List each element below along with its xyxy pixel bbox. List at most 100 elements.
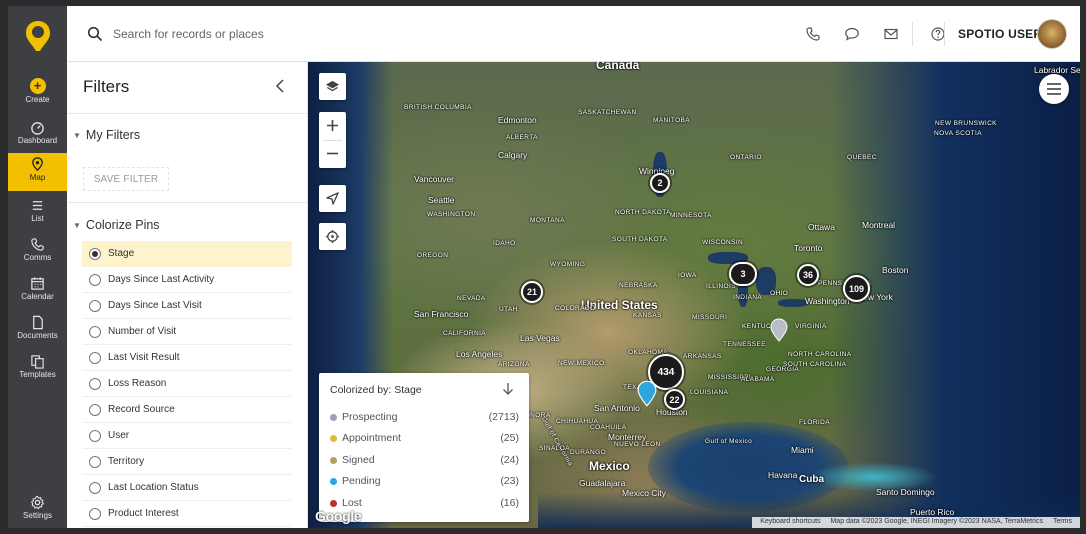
colorize-option[interactable]: User — [82, 423, 292, 449]
search-input[interactable] — [113, 23, 533, 45]
radio-button[interactable] — [89, 404, 101, 416]
map-label-country: Cuba — [799, 474, 824, 485]
radio-button[interactable] — [89, 326, 101, 338]
avatar[interactable] — [1037, 19, 1067, 49]
spotio-logo-icon[interactable] — [25, 20, 51, 52]
nav-list[interactable]: List — [8, 194, 67, 233]
filters-panel: Filters ▼ My Filters SAVE FILTER ▼ Coloriz… — [67, 62, 308, 528]
divider — [944, 22, 945, 46]
layers-button[interactable]: 4 — [319, 73, 352, 100]
map-label-region: MONTANA — [530, 217, 565, 224]
map-label-region: NUEVO LEON — [614, 441, 661, 448]
caret-down-icon: ▼ — [73, 221, 81, 231]
map-pin-pending[interactable] — [637, 380, 657, 407]
map-cluster[interactable]: 2 — [650, 173, 670, 193]
my-filters-toggle[interactable]: ▼ My Filters — [73, 128, 140, 142]
zoom-out-button[interactable] — [319, 140, 346, 168]
map-menu-button[interactable] — [1039, 74, 1069, 104]
nav-dashboard[interactable]: Dashboard — [8, 116, 67, 155]
nav-settings[interactable]: Settings — [8, 491, 67, 528]
map-cluster[interactable]: 22 — [664, 389, 685, 410]
map-canvas[interactable]: Canada United States Mexico Labrador Sea… — [308, 62, 1080, 528]
map-cluster[interactable]: 21 — [521, 281, 543, 303]
phone-icon[interactable] — [805, 26, 821, 42]
search-icon[interactable] — [87, 26, 103, 42]
nav-calendar-label: Calendar — [21, 292, 54, 301]
legend-stage-name: Appointment — [342, 432, 401, 444]
nav-calendar[interactable]: Calendar — [8, 272, 67, 311]
legend-row[interactable]: Appointment (25) — [330, 431, 519, 447]
radio-button[interactable] — [89, 248, 101, 260]
map-data-text: Map data ©2023 Google, INEGI Imagery ©20… — [830, 518, 1043, 525]
colorize-option-stage[interactable]: Stage — [82, 241, 292, 267]
chevron-left-icon[interactable] — [273, 78, 287, 94]
map-label-city: Mexico City — [622, 488, 666, 498]
map-label-region: CALIFORNIA — [443, 330, 487, 337]
map-label-region: ILLINOIS — [706, 283, 736, 290]
navigate-button[interactable] — [319, 185, 346, 212]
radio-button[interactable] — [89, 378, 101, 390]
radio-button[interactable] — [89, 300, 101, 312]
map-label-region: NEBRASKA — [619, 282, 658, 289]
colorize-pins-toggle[interactable]: ▼ Colorize Pins — [73, 218, 160, 232]
legend-row[interactable]: Prospecting (2713) — [330, 410, 519, 426]
list-icon — [32, 201, 43, 210]
colorize-option[interactable]: Number of Visit — [82, 319, 292, 345]
colorize-option[interactable]: Territory — [82, 449, 292, 475]
legend-row[interactable]: Pending (23) — [330, 474, 519, 490]
locate-me-button[interactable] — [319, 223, 346, 250]
map-label-city: Las Vegas — [520, 333, 560, 343]
radio-button[interactable] — [89, 274, 101, 286]
nav-templates[interactable]: Templates — [8, 350, 67, 389]
radio-button[interactable] — [89, 482, 101, 494]
colorize-option[interactable]: Days Since Last Visit — [82, 293, 292, 319]
legend-row[interactable]: Signed (24) — [330, 453, 519, 469]
map-label-region: SOUTH CAROLINA — [783, 361, 847, 368]
terms-link[interactable]: Terms — [1053, 518, 1072, 525]
arrow-down-icon[interactable] — [502, 382, 514, 396]
divider — [67, 113, 307, 114]
legend-dot — [330, 414, 337, 421]
radio-button[interactable] — [89, 430, 101, 442]
option-label: Record Source — [108, 404, 175, 415]
nav-documents[interactable]: Documents — [8, 311, 67, 350]
map-label-region: WASHINGTON — [427, 211, 476, 218]
map-label-city: Miami — [791, 445, 814, 455]
map-label-city: Toronto — [794, 243, 823, 253]
map-cluster[interactable]: 36 — [797, 264, 819, 286]
keyboard-shortcuts-link[interactable]: Keyboard shortcuts — [760, 518, 820, 525]
nav-create[interactable]: + Create — [8, 72, 67, 111]
map-label-region: KANSAS — [633, 312, 662, 319]
radio-button[interactable] — [89, 508, 101, 520]
colorize-option[interactable]: Last Location Status — [82, 475, 292, 501]
nav-map-label: Map — [29, 173, 46, 182]
save-filter-button[interactable]: SAVE FILTER — [83, 167, 169, 191]
nav-dashboard-label: Dashboard — [17, 136, 58, 145]
map-label-city: Seattle — [428, 195, 455, 205]
username[interactable]: SPOTIO USER — [958, 27, 1042, 41]
chat-icon[interactable] — [844, 26, 860, 42]
map-cluster[interactable]: 109 — [843, 275, 870, 302]
colorize-option[interactable]: Record Source — [82, 397, 292, 423]
radio-button[interactable] — [89, 456, 101, 468]
mail-icon[interactable] — [883, 26, 899, 42]
crosshair-icon — [325, 229, 340, 244]
colorize-option[interactable]: Last Visit Result — [82, 345, 292, 371]
map-label-region: VIRGINIA — [795, 323, 827, 330]
dashboard-gauge-icon — [31, 122, 44, 135]
legend-dot — [330, 500, 337, 507]
nav-comms[interactable]: Comms — [8, 233, 67, 272]
map-label-region: UTAH — [499, 306, 518, 313]
colorize-option[interactable]: Days Since Last Activity — [82, 267, 292, 293]
map-label-city: Santo Domingo — [876, 487, 935, 497]
radio-button[interactable] — [89, 352, 101, 364]
nav-map[interactable]: Map — [8, 153, 67, 191]
nav-settings-label: Settings — [23, 511, 52, 520]
colorize-option[interactable]: Loss Reason — [82, 371, 292, 397]
colorize-option[interactable]: Product Interest — [82, 501, 292, 527]
option-label: Product Interest — [108, 508, 179, 519]
map-label-region: NORTH CAROLINA — [788, 351, 852, 358]
map-cluster[interactable]: 3 — [729, 262, 757, 286]
map-pin-prospecting[interactable] — [770, 318, 788, 342]
zoom-in-button[interactable] — [319, 112, 346, 140]
